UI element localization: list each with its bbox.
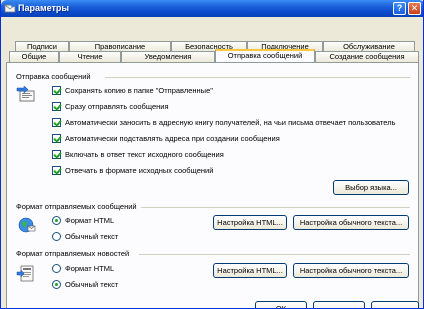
- news-plain-radio[interactable]: [52, 279, 61, 289]
- save-copy-option[interactable]: Сохранять копию в папке "Отправленные": [52, 85, 213, 95]
- tab-read[interactable]: Чтение: [59, 51, 121, 62]
- language-button[interactable]: Выбор языка...: [333, 180, 409, 195]
- mail-plain-option[interactable]: Обычный текст: [52, 231, 118, 241]
- save-copy-checkbox[interactable]: [52, 85, 61, 95]
- news-plain-settings-button[interactable]: Настройка обычного текста...: [293, 263, 409, 278]
- apply-button[interactable]: [371, 301, 419, 308]
- news-format-icon: [16, 265, 34, 282]
- include-original-option[interactable]: Включать в ответ текст исходного сообщен…: [52, 149, 224, 159]
- mail-format-icon: [18, 217, 36, 233]
- group-divider: [105, 77, 410, 78]
- tab-compose[interactable]: Создание сообщения: [315, 51, 419, 62]
- news-format-group-title: Формат отправляемых новостей: [16, 249, 130, 258]
- autocomplete-checkbox[interactable]: [52, 133, 61, 143]
- send-tab-panel: Отправка сообщений Сохранять копию в пап…: [6, 62, 419, 308]
- close-button[interactable]: ✕: [408, 2, 421, 15]
- mail-html-settings-button[interactable]: Настройка HTML...: [213, 215, 287, 230]
- send-immediately-option[interactable]: Сразу отправлять сообщения: [52, 101, 169, 111]
- auto-add-contacts-checkbox[interactable]: [52, 117, 61, 127]
- news-html-option[interactable]: Формат HTML: [52, 263, 114, 273]
- send-mail-icon: [16, 85, 35, 102]
- reply-same-format-option[interactable]: Отвечать в формате исходных сообщений: [52, 165, 213, 175]
- group-divider: [139, 254, 410, 255]
- news-html-radio[interactable]: [52, 263, 61, 273]
- include-original-checkbox[interactable]: [52, 149, 61, 159]
- mail-plain-settings-button[interactable]: Настройка обычного текста...: [293, 215, 409, 230]
- group-divider: [141, 207, 410, 208]
- news-html-settings-button[interactable]: Настройка HTML...: [213, 263, 287, 278]
- title-bar[interactable]: Параметры ? ✕: [1, 0, 423, 17]
- autocomplete-option[interactable]: Автоматически подставлять адреса при соз…: [52, 133, 280, 143]
- reply-same-format-checkbox[interactable]: [52, 165, 61, 175]
- send-immediately-checkbox[interactable]: [52, 101, 61, 111]
- tab-receipts[interactable]: Уведомления: [121, 51, 215, 62]
- mail-format-group-title: Формат отправляемых сообщений: [16, 202, 137, 211]
- options-window: Параметры ? ✕ Подписи Правописание Безоп…: [0, 0, 424, 309]
- envelope-icon: [4, 2, 16, 13]
- ok-button[interactable]: ОК: [255, 301, 307, 308]
- tab-send[interactable]: Отправка сообщений: [215, 49, 315, 62]
- sending-group-title: Отправка сообщений: [16, 72, 91, 81]
- mail-plain-radio[interactable]: [52, 231, 61, 241]
- window-title: Параметры: [18, 3, 70, 13]
- mail-html-option[interactable]: Формат HTML: [52, 215, 114, 225]
- news-plain-option[interactable]: Обычный текст: [52, 279, 118, 289]
- auto-add-contacts-option[interactable]: Автоматически заносить в адресную книгу …: [52, 117, 396, 127]
- help-button[interactable]: ?: [393, 2, 406, 15]
- tab-general[interactable]: Общие: [9, 51, 59, 62]
- mail-html-radio[interactable]: [52, 215, 61, 225]
- cancel-button[interactable]: [313, 301, 365, 308]
